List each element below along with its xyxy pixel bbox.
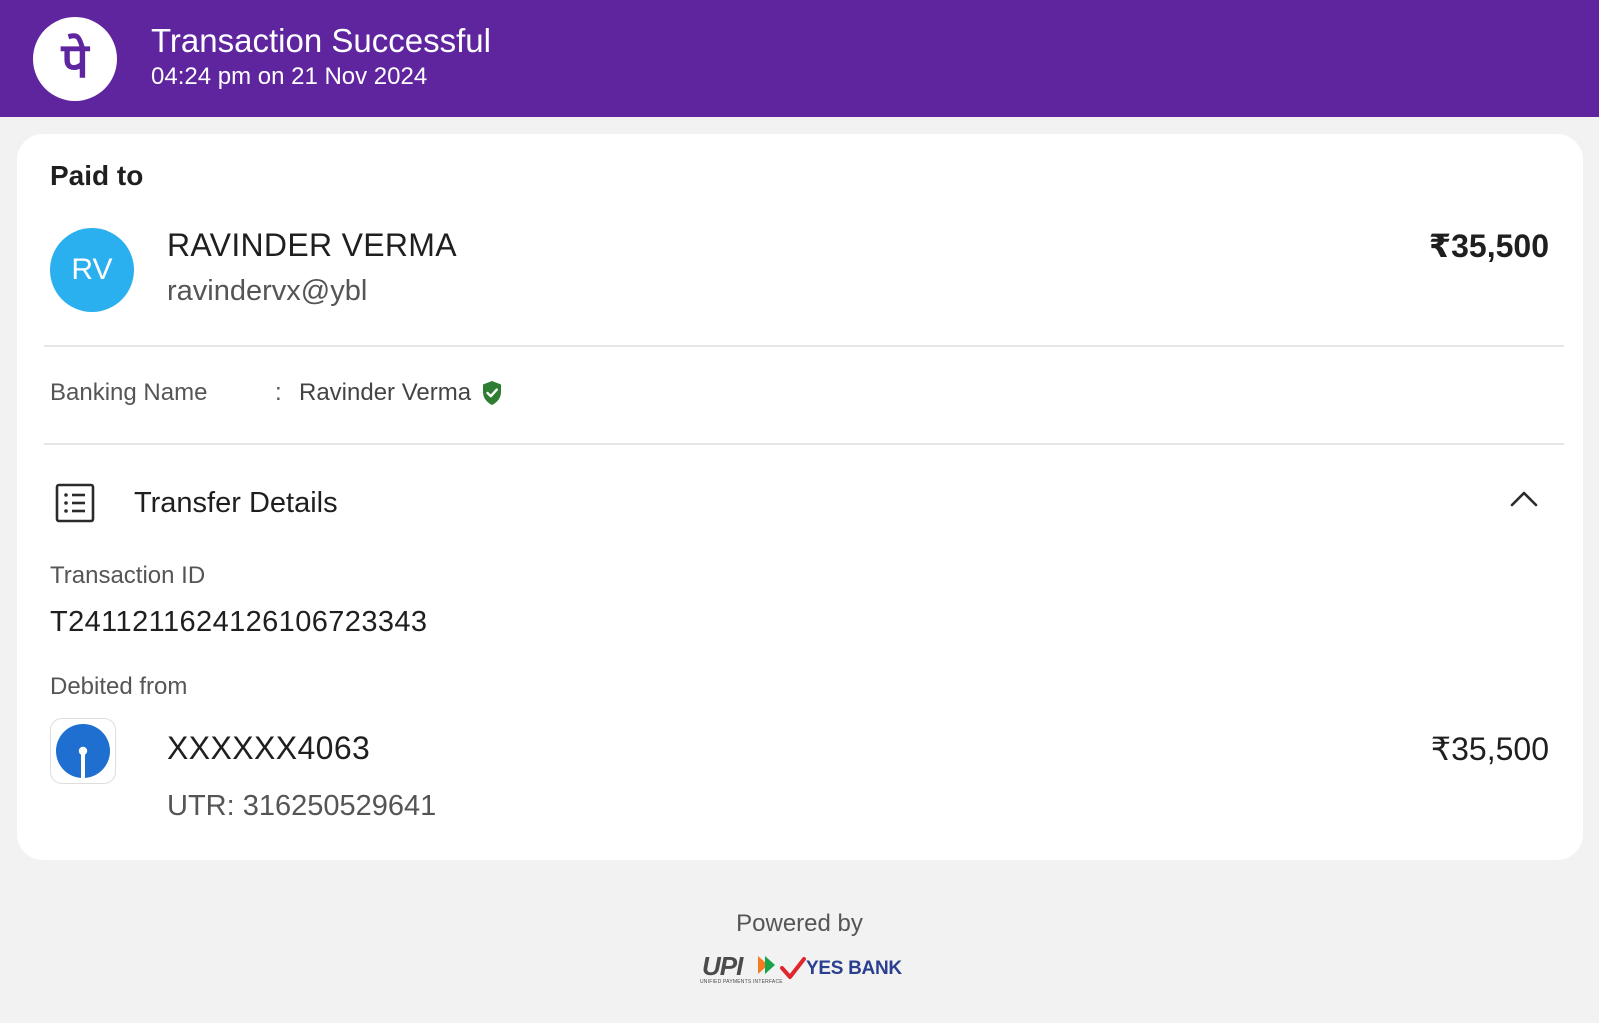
yes-bank-logo-text: YES BANK <box>806 958 902 979</box>
sbi-bank-icon <box>56 724 110 778</box>
header-bar: पे Transaction Successful 04:24 pm on 21… <box>0 0 1599 117</box>
transaction-card: Paid to RV RAVINDER VERMA ravindervx@ybl… <box>17 134 1583 860</box>
divider <box>44 345 1564 347</box>
phonepe-logo-glyph: पे <box>61 33 89 89</box>
partner-logos: UPI UNIFIED PAYMENTS INTERFACE YES BANK <box>700 950 902 988</box>
transfer-details-title: Transfer Details <box>134 487 338 519</box>
avatar: RV <box>50 228 134 312</box>
payee-upi-id: ravindervx@ybl <box>167 275 368 307</box>
transaction-id-value[interactable]: T2411211624126106723343 <box>50 606 427 639</box>
banking-name-row: Ravinder Verma <box>299 379 503 407</box>
powered-by-label: Powered by <box>736 910 863 937</box>
debit-amount: ₹35,500 <box>1430 731 1549 767</box>
paid-amount: ₹35,500 <box>1428 228 1549 264</box>
transaction-id-label: Transaction ID <box>50 562 206 589</box>
shield-check-icon <box>483 381 502 405</box>
divider <box>44 443 1564 445</box>
transaction-status-title: Transaction Successful <box>151 22 491 59</box>
receipt-list-icon <box>55 483 95 523</box>
avatar-initials: RV <box>71 253 113 286</box>
paid-to-label: Paid to <box>50 160 144 191</box>
phonepe-logo: पे <box>33 17 117 101</box>
utr-number[interactable]: UTR: 316250529641 <box>167 790 436 823</box>
banking-name-separator: : <box>275 379 282 406</box>
banking-name-value: Ravinder Verma <box>299 379 472 406</box>
upi-logo-text: UPI <box>702 951 743 981</box>
bank-logo <box>50 718 116 784</box>
debit-account-number: XXXXXX4063 <box>167 730 371 766</box>
yes-bank-check-icon <box>780 957 806 979</box>
upi-tagline: UNIFIED PAYMENTS INTERFACE <box>700 979 783 985</box>
upi-logo: UPI UNIFIED PAYMENTS INTERFACE <box>700 950 783 986</box>
payee-name: RAVINDER VERMA <box>167 227 457 263</box>
debited-from-label: Debited from <box>50 673 188 700</box>
upi-arrow-icon <box>758 956 775 974</box>
banking-name-label: Banking Name <box>50 379 208 406</box>
chevron-up-icon[interactable] <box>1509 484 1539 514</box>
transaction-timestamp: 04:24 pm on 21 Nov 2024 <box>151 63 428 90</box>
